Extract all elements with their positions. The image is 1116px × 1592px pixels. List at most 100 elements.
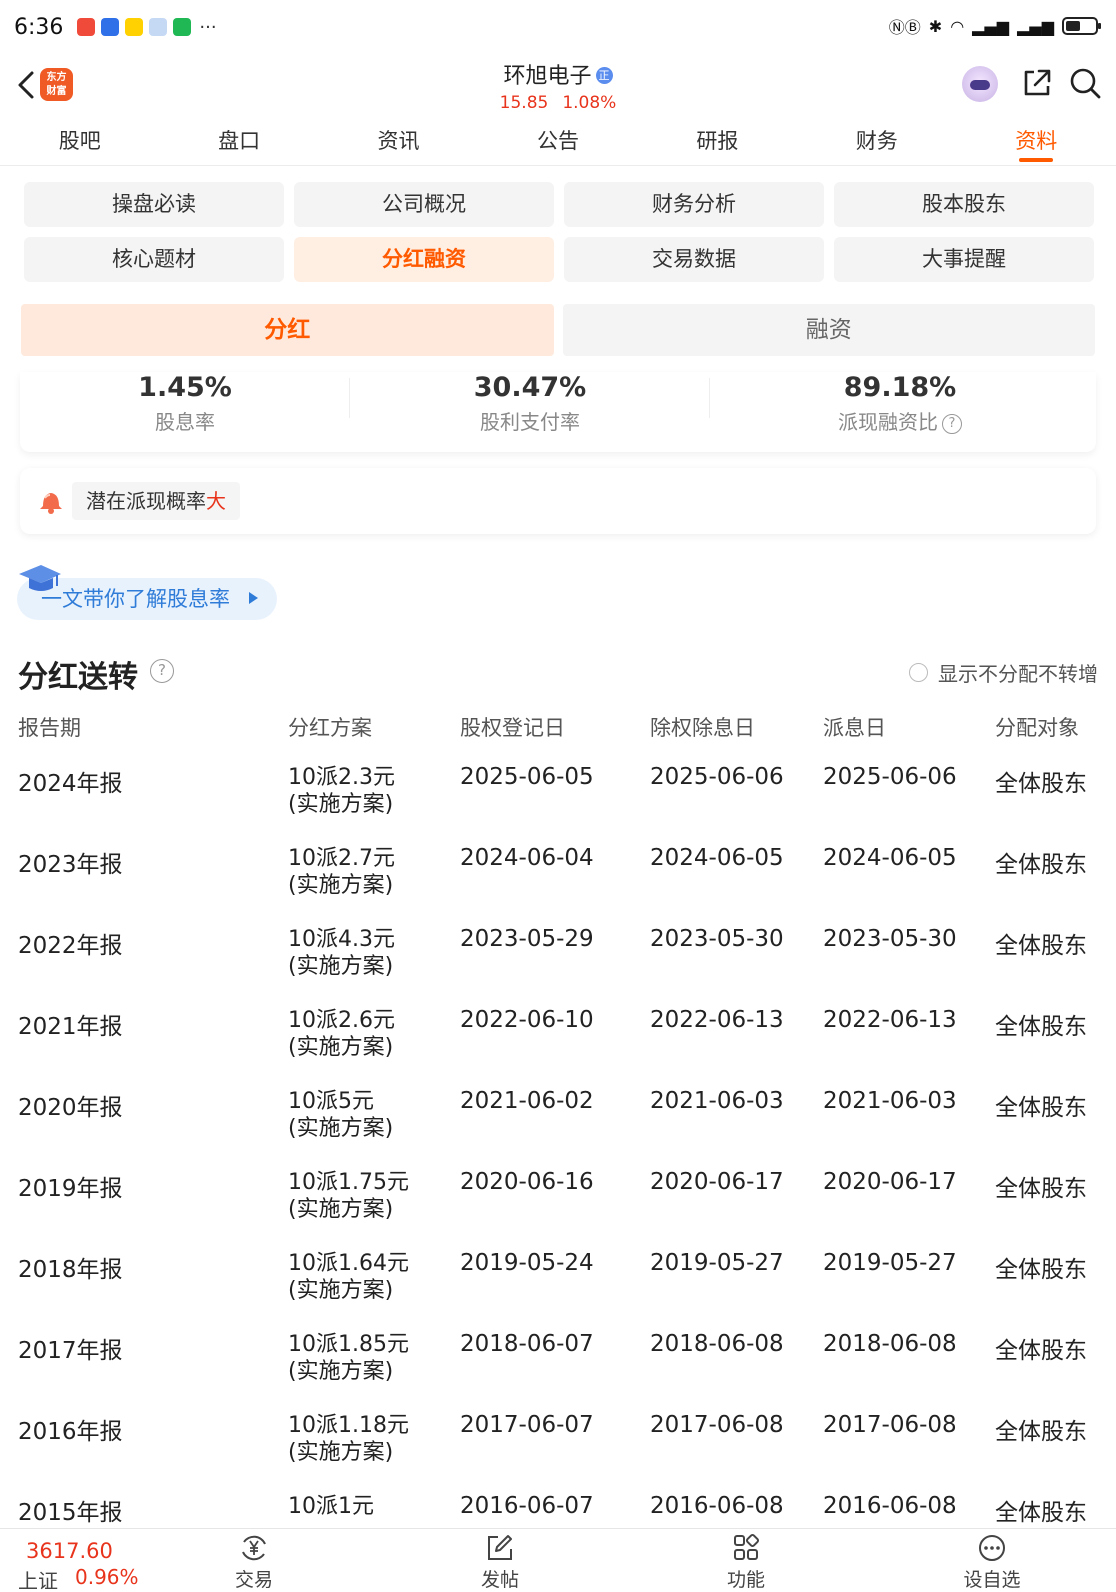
dividend-financing-switch: 分红 融资: [21, 304, 1095, 356]
table-row[interactable]: 2021年报 10派2.6元 (实施方案) 2022-06-10 2022-06-…: [0, 1007, 1116, 1088]
segment-dividend[interactable]: 分红: [21, 304, 554, 356]
stat-label: 派现融资比?: [710, 406, 1090, 435]
cell-pay-date: 2018-06-08: [823, 1331, 957, 1357]
stat-dividend-yield: 1.45% 股息率: [20, 372, 350, 452]
ai-assistant-icon[interactable]: [962, 66, 998, 102]
edit-icon: [488, 1535, 512, 1560]
cell-period: 2018年报: [18, 1257, 123, 1283]
plan-text: 10派1元: [288, 1494, 374, 1519]
nav-functions[interactable]: 功能: [696, 1533, 796, 1592]
filter-toggle[interactable]: 显示不分配不转增: [909, 658, 1098, 687]
cell-period: 2024年报: [18, 771, 123, 797]
index-value: 3617.60: [26, 1539, 113, 1563]
tab-pankou[interactable]: 盘口: [159, 116, 318, 165]
cell-pay-date: 2016-06-08: [823, 1493, 957, 1519]
cell-record-date: 2020-06-16: [460, 1169, 594, 1195]
table-row[interactable]: 2017年报 10派1.85元 (实施方案) 2018-06-07 2018-06…: [0, 1331, 1116, 1412]
col-header-record-date: 股权登记日: [460, 716, 565, 740]
status-indicators: ⓃⒷ ✱ ◠ ▂▄▆ ▂▄▆: [889, 14, 1101, 38]
plan-text: 10派1.64元: [288, 1251, 409, 1276]
cell-pay-date: 2017-06-08: [823, 1412, 957, 1438]
cell-period: 2022年报: [18, 933, 123, 959]
stock-change: 1.08%: [562, 93, 617, 113]
cell-ex-date: 2023-05-30: [650, 926, 784, 952]
subnav-trading-must-read[interactable]: 操盘必读: [24, 182, 284, 227]
plan-text: 10派2.7元: [288, 846, 395, 871]
stock-header: 东方 财富 环旭电子正 15.85 1.08%: [0, 54, 1116, 116]
section-help-icon[interactable]: ?: [150, 659, 174, 683]
table-row[interactable]: 2019年报 10派1.75元 (实施方案) 2020-06-16 2020-06…: [0, 1169, 1116, 1250]
stock-quote: 15.85 1.08%: [0, 93, 1116, 113]
tab-finance[interactable]: 财务: [797, 116, 956, 165]
cell-period: 2020年报: [18, 1095, 123, 1121]
profile-subnav: 操盘必读 公司概况 财务分析 股本股东 核心题材 分红融资 交易数据 大事提醒: [24, 182, 1094, 282]
cell-plan: 10派2.7元 (实施方案): [288, 845, 395, 899]
stat-value: 30.47%: [473, 372, 587, 403]
radio-icon[interactable]: [909, 663, 928, 682]
cell-pay-date: 2024-06-05: [823, 845, 957, 871]
plan-note: (实施方案): [288, 792, 394, 817]
cell-ex-date: 2019-05-27: [650, 1250, 784, 1276]
cell-ex-date: 2016-06-08: [650, 1493, 784, 1519]
cell-target: 全体股东: [995, 771, 1087, 797]
stat-label: 股息率: [155, 410, 215, 434]
plan-text: 10派5元: [288, 1089, 374, 1114]
yuan-exchange-icon: [242, 1535, 266, 1561]
dividend-probability-tag: 潜在派现概率大: [72, 482, 240, 520]
nav-post[interactable]: 发帖: [450, 1533, 550, 1592]
subnav-company-overview[interactable]: 公司概况: [294, 182, 554, 227]
share-icon[interactable]: [1020, 66, 1054, 100]
subnav-events[interactable]: 大事提醒: [834, 237, 1094, 282]
nav-trade[interactable]: 交易: [204, 1533, 304, 1592]
table-row[interactable]: 2016年报 10派1.18元 (实施方案) 2017-06-07 2017-06…: [0, 1412, 1116, 1493]
stat-label: 股利支付率: [480, 410, 580, 434]
tab-news[interactable]: 资讯: [319, 116, 478, 165]
table-header: 报告期 分红方案 股权登记日 除权除息日 派息日 分配对象: [0, 712, 1116, 752]
play-arrow-icon: [249, 592, 258, 604]
cell-target: 全体股东: [995, 1419, 1087, 1445]
tab-profile[interactable]: 资料: [957, 116, 1116, 165]
cell-target: 全体股东: [995, 1014, 1087, 1040]
nav-label: 功能: [726, 1569, 765, 1591]
tab-announcements[interactable]: 公告: [478, 116, 637, 165]
status-bar: 6:36 ··· ⓃⒷ ✱ ◠ ▂▄▆ ▂▄▆: [0, 0, 1116, 54]
col-header-period: 报告期: [18, 716, 81, 740]
cell-ex-date: 2024-06-05: [650, 845, 784, 871]
plan-note: (实施方案): [288, 954, 394, 979]
table-row[interactable]: 2022年报 10派4.3元 (实施方案) 2023-05-29 2023-05-…: [0, 926, 1116, 1007]
subnav-trading-data[interactable]: 交易数据: [564, 237, 824, 282]
plan-note: (实施方案): [288, 1116, 394, 1141]
stat-value: 89.18%: [843, 372, 957, 403]
status-app-icons: [77, 18, 192, 36]
table-row[interactable]: 2018年报 10派1.64元 (实施方案) 2019-05-24 2019-05…: [0, 1250, 1116, 1331]
col-header-pay-date: 派息日: [823, 716, 886, 740]
table-row[interactable]: 2023年报 10派2.7元 (实施方案) 2024-06-04 2024-06-…: [0, 845, 1116, 926]
nav-add-watchlist[interactable]: 设自选: [942, 1533, 1042, 1592]
cell-pay-date: 2021-06-03: [823, 1088, 957, 1114]
dividend-yield-guide-link[interactable]: 一文带你了解股息率: [17, 565, 277, 620]
table-row[interactable]: 2024年报 10派2.3元 (实施方案) 2025-06-05 2025-06-…: [0, 764, 1116, 845]
stock-title[interactable]: 环旭电子正 15.85 1.08%: [0, 58, 1116, 113]
segment-financing[interactable]: 融资: [562, 304, 1095, 356]
notification-app-icon: [77, 18, 96, 36]
cell-pay-date: 2025-06-06: [823, 764, 957, 790]
index-name: 上证: [18, 1569, 58, 1592]
cell-plan: 10派2.6元 (实施方案): [288, 1007, 395, 1061]
subnav-dividend-financing[interactable]: 分红融资: [294, 237, 554, 282]
tab-research[interactable]: 研报: [638, 116, 797, 165]
cell-target: 全体股东: [995, 1500, 1087, 1526]
plan-note: (实施方案): [288, 1359, 394, 1384]
cell-ex-date: 2022-06-13: [650, 1007, 784, 1033]
subnav-shareholders[interactable]: 股本股东: [834, 182, 1094, 227]
table-row[interactable]: 2020年报 10派5元 (实施方案) 2021-06-02 2021-06-03…: [0, 1088, 1116, 1169]
tab-guba[interactable]: 股吧: [0, 116, 159, 165]
filter-label: 显示不分配不转增: [938, 662, 1098, 686]
help-icon[interactable]: ?: [942, 414, 962, 434]
cell-record-date: 2017-06-07: [460, 1412, 594, 1438]
dividend-probability-card: 潜在派现概率大: [20, 468, 1096, 534]
cell-plan: 10派5元 (实施方案): [288, 1088, 393, 1142]
subnav-financial-analysis[interactable]: 财务分析: [564, 182, 824, 227]
subnav-core-themes[interactable]: 核心题材: [24, 237, 284, 282]
dividend-table: 2024年报 10派2.3元 (实施方案) 2025-06-05 2025-06-…: [0, 764, 1116, 1574]
search-icon[interactable]: [1068, 66, 1102, 100]
